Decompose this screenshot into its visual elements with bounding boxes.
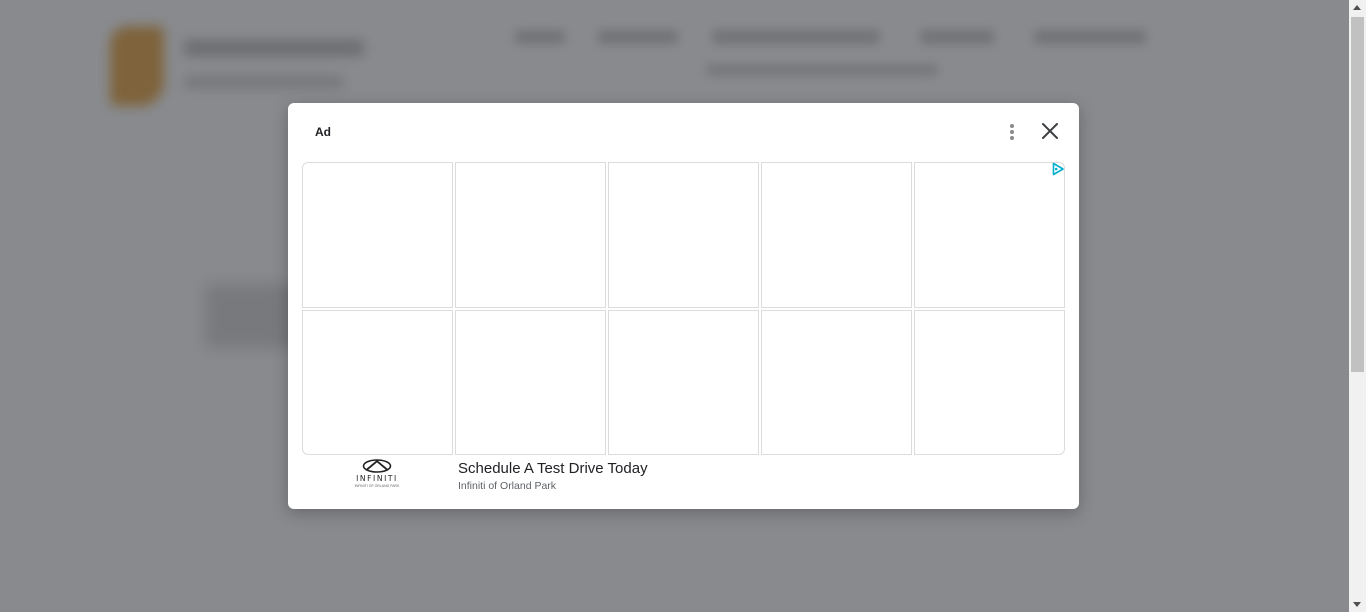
- close-button[interactable]: [1038, 119, 1062, 143]
- adchoices-button[interactable]: [1051, 162, 1065, 176]
- scroll-down-icon[interactable]: [1353, 602, 1361, 607]
- more-vertical-icon-dot: [1010, 136, 1014, 140]
- scroll-up-icon[interactable]: [1353, 5, 1361, 10]
- vertical-scrollbar[interactable]: [1349, 0, 1366, 612]
- ad-label: Ad: [315, 125, 331, 139]
- ad-grid-cell[interactable]: [455, 162, 606, 308]
- ad-dialog: Ad INFINITI INFINITI OF ORLAND PARK Sche…: [288, 103, 1079, 509]
- infiniti-logo[interactable]: INFINITI INFINITI OF ORLAND PARK: [346, 459, 408, 495]
- more-vertical-icon: [1010, 124, 1014, 128]
- ad-grid-cell[interactable]: [302, 309, 453, 455]
- ad-grid-cell[interactable]: [761, 162, 912, 308]
- logo-tagline: INFINITI OF ORLAND PARK: [354, 484, 400, 488]
- scrollbar-thumb[interactable]: [1351, 17, 1364, 372]
- logo-wordmark: INFINITI: [356, 474, 398, 483]
- ad-grid-cell[interactable]: [914, 162, 1065, 308]
- ad-grid-cell[interactable]: [608, 309, 759, 455]
- close-icon: [1042, 123, 1058, 139]
- more-options-button[interactable]: [1004, 121, 1020, 143]
- adchoices-icon: [1052, 162, 1064, 176]
- ad-headline-link[interactable]: Schedule A Test Drive Today: [458, 460, 648, 477]
- ad-image-grid[interactable]: [302, 162, 1065, 455]
- ad-grid-cell[interactable]: [914, 309, 1065, 455]
- advertiser-name: Infiniti of Orland Park: [458, 480, 557, 492]
- ad-grid-cell[interactable]: [455, 309, 606, 455]
- more-vertical-icon-dot: [1010, 130, 1014, 134]
- ad-grid-cell[interactable]: [302, 162, 453, 308]
- ad-grid-cell[interactable]: [608, 162, 759, 308]
- ad-grid-cell[interactable]: [761, 309, 912, 455]
- infiniti-emblem-icon: [362, 459, 392, 473]
